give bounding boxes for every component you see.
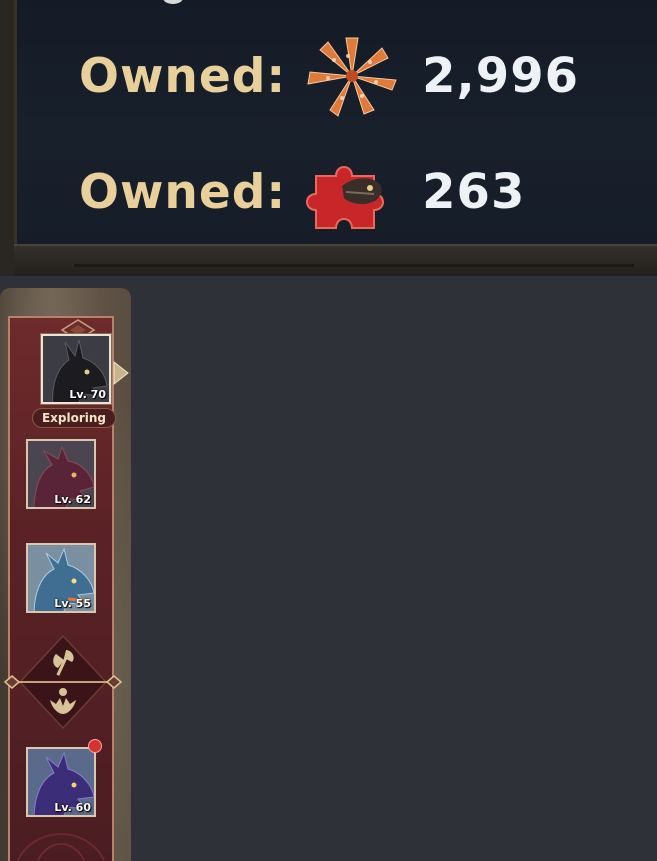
- owned-label: Owned:: [79, 48, 287, 104]
- owned-value: 263: [422, 164, 526, 220]
- dragon-level: Lv. 60: [54, 801, 91, 814]
- owned-label: Owned:: [79, 164, 287, 220]
- dragon-level: Lv. 62: [54, 493, 91, 506]
- leaf-petal-icon: [302, 30, 402, 122]
- owned-value: 2,996: [422, 48, 579, 104]
- dragon-card[interactable]: Lv. 70: [41, 334, 111, 404]
- panel-dot: [163, 0, 183, 4]
- sidebar-bottom-ornament: [17, 832, 105, 861]
- owned-panel: Owned: 2,996 Owned: 263: [0, 0, 657, 276]
- dragon-level: Lv. 70: [69, 388, 106, 401]
- dragon-card[interactable]: Lv. 60: [26, 747, 96, 817]
- exploring-badge: Exploring: [32, 408, 116, 428]
- dragon-card[interactable]: Lv. 62: [26, 439, 96, 509]
- footer-divider: [74, 264, 634, 267]
- puzzle-piece-icon: [302, 146, 402, 238]
- expand-arrow-icon[interactable]: [112, 360, 130, 386]
- owned-panel-footer: [14, 244, 657, 276]
- skill-selector[interactable]: [4, 632, 122, 732]
- notification-dot: [88, 739, 102, 753]
- owned-row-puzzle: Owned: 263: [79, 152, 525, 232]
- dragon-card[interactable]: Lv. 55: [26, 543, 96, 613]
- dragon-level: Lv. 55: [54, 597, 91, 610]
- owned-row-leaves: Owned: 2,996: [79, 36, 579, 117]
- owned-panel-body: Owned: 2,996 Owned: 263: [14, 0, 657, 244]
